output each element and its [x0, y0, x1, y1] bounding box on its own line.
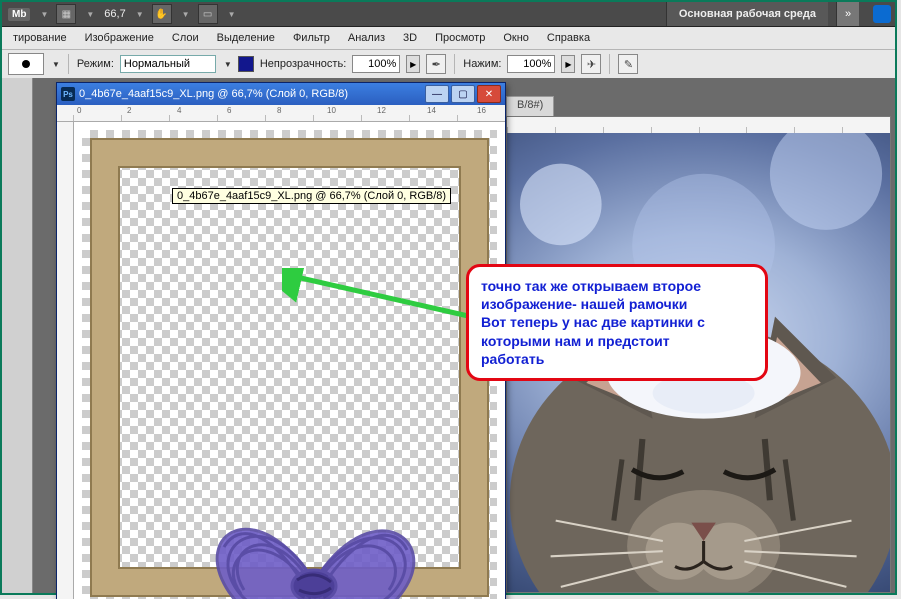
- flow-input[interactable]: [507, 55, 555, 73]
- divider: [454, 54, 455, 74]
- ruler-tick-label: 2: [127, 106, 131, 115]
- menu-layers[interactable]: Слои: [163, 29, 208, 47]
- workspace-area: B/8#): [2, 78, 895, 593]
- ruler-horizontal: [507, 117, 890, 134]
- screen-mode-icon[interactable]: ▭: [198, 4, 218, 24]
- blend-mode-label: Режим:: [77, 58, 114, 70]
- cs-live-icon[interactable]: [873, 5, 891, 23]
- window-titlebar[interactable]: Ps 0_4b67e_4aaf15c9_XL.png @ 66,7% (Слой…: [57, 83, 505, 105]
- brush-preset-picker[interactable]: [8, 53, 44, 75]
- ruler-tick-label: 8: [277, 106, 281, 115]
- ruler-tick-label: 4: [177, 106, 181, 115]
- chevron-down-icon[interactable]: ▼: [182, 10, 190, 19]
- hand-tool-icon[interactable]: ✋: [152, 4, 172, 24]
- menu-select[interactable]: Выделение: [208, 29, 284, 47]
- ruler-vertical: [57, 122, 74, 599]
- blend-mode-select[interactable]: [120, 55, 216, 73]
- divider: [609, 54, 610, 74]
- top-system-bar: Mb ▼ ▦ ▼ 66,7 ▼ ✋ ▼ ▭ ▼ Основная рабочая…: [2, 2, 895, 27]
- menu-image[interactable]: Изображение: [76, 29, 163, 47]
- workspace-expand-button[interactable]: »: [836, 2, 859, 26]
- menu-filter[interactable]: Фильтр: [284, 29, 339, 47]
- raffia-bow: [199, 462, 429, 599]
- opacity-slider-icon[interactable]: ▶: [406, 55, 420, 73]
- menu-analysis[interactable]: Анализ: [339, 29, 394, 47]
- menu-edit[interactable]: тирование: [4, 29, 76, 47]
- filename-tooltip: 0_4b67e_4aaf15c9_XL.png @ 66,7% (Слой 0,…: [172, 188, 451, 204]
- callout-line: работать: [481, 351, 544, 367]
- callout-line: изображение- нашей рамочки: [481, 296, 687, 312]
- flow-label: Нажим:: [463, 58, 501, 70]
- ruler-tick-label: 10: [327, 106, 336, 115]
- app-frame: Mb ▼ ▦ ▼ 66,7 ▼ ✋ ▼ ▭ ▼ Основная рабочая…: [0, 0, 897, 595]
- workspace-switcher[interactable]: Основная рабочая среда: [666, 2, 828, 26]
- callout-line: которыми нам и предстоит: [481, 333, 670, 349]
- pressure-opacity-icon[interactable]: ✒: [426, 54, 446, 74]
- mb-button[interactable]: Mb: [8, 8, 30, 21]
- color-swatch-button[interactable]: [238, 56, 254, 72]
- chevron-down-icon[interactable]: ▼: [86, 10, 94, 19]
- callout-line: Вот теперь у нас две картинки с: [481, 314, 705, 330]
- chevron-down-icon[interactable]: ▼: [224, 60, 232, 69]
- ruler-tick-label: 0: [77, 106, 81, 115]
- ruler-horizontal: 0 2 4 6 8 10 12 14 16: [57, 105, 505, 122]
- workspace-label-text: Основная рабочая среда: [679, 8, 816, 20]
- tablet-pressure-icon[interactable]: ✎: [618, 54, 638, 74]
- flow-slider-icon[interactable]: ▶: [561, 55, 575, 73]
- document-window-frame[interactable]: Ps 0_4b67e_4aaf15c9_XL.png @ 66,7% (Слой…: [56, 82, 506, 599]
- airbrush-icon[interactable]: ✈: [581, 54, 601, 74]
- tools-panel[interactable]: [2, 78, 33, 593]
- chevron-down-icon[interactable]: ▼: [136, 10, 144, 19]
- opacity-input[interactable]: [352, 55, 400, 73]
- annotation-callout: точно так же открываем второе изображени…: [466, 264, 768, 381]
- ruler-tick-label: 6: [227, 106, 231, 115]
- window-controls: — ▢ ✕: [425, 85, 501, 103]
- photoshop-doc-icon: Ps: [61, 87, 75, 101]
- tab-label: B/8#): [517, 99, 543, 111]
- tool-options-bar: ▼ Режим: ▼ Непрозрачность: ▶ ✒ Нажим: ▶ …: [2, 50, 895, 79]
- brush-dot-icon: [22, 60, 30, 68]
- window-title-text: 0_4b67e_4aaf15c9_XL.png @ 66,7% (Слой 0,…: [79, 88, 348, 100]
- opacity-label: Непрозрачность:: [260, 58, 346, 70]
- menu-help[interactable]: Справка: [538, 29, 599, 47]
- close-button[interactable]: ✕: [477, 85, 501, 103]
- minimize-button[interactable]: —: [425, 85, 449, 103]
- callout-line: точно так же открываем второе: [481, 278, 701, 294]
- ruler-tick-label: 14: [427, 106, 436, 115]
- menu-3d[interactable]: 3D: [394, 29, 426, 47]
- menu-window[interactable]: Окно: [494, 29, 538, 47]
- chevron-down-icon[interactable]: ▼: [52, 60, 60, 69]
- zoom-value[interactable]: 66,7: [104, 8, 125, 20]
- chevron-down-icon[interactable]: ▼: [40, 10, 48, 19]
- arrange-docs-icon[interactable]: ▦: [56, 4, 76, 24]
- chevron-down-icon[interactable]: ▼: [228, 10, 236, 19]
- maximize-button[interactable]: ▢: [451, 85, 475, 103]
- ruler-tick-label: 16: [477, 106, 486, 115]
- ruler-tick-label: 12: [377, 106, 386, 115]
- main-menu-bar: тирование Изображение Слои Выделение Фил…: [2, 27, 895, 50]
- menu-view[interactable]: Просмотр: [426, 29, 494, 47]
- divider: [68, 54, 69, 74]
